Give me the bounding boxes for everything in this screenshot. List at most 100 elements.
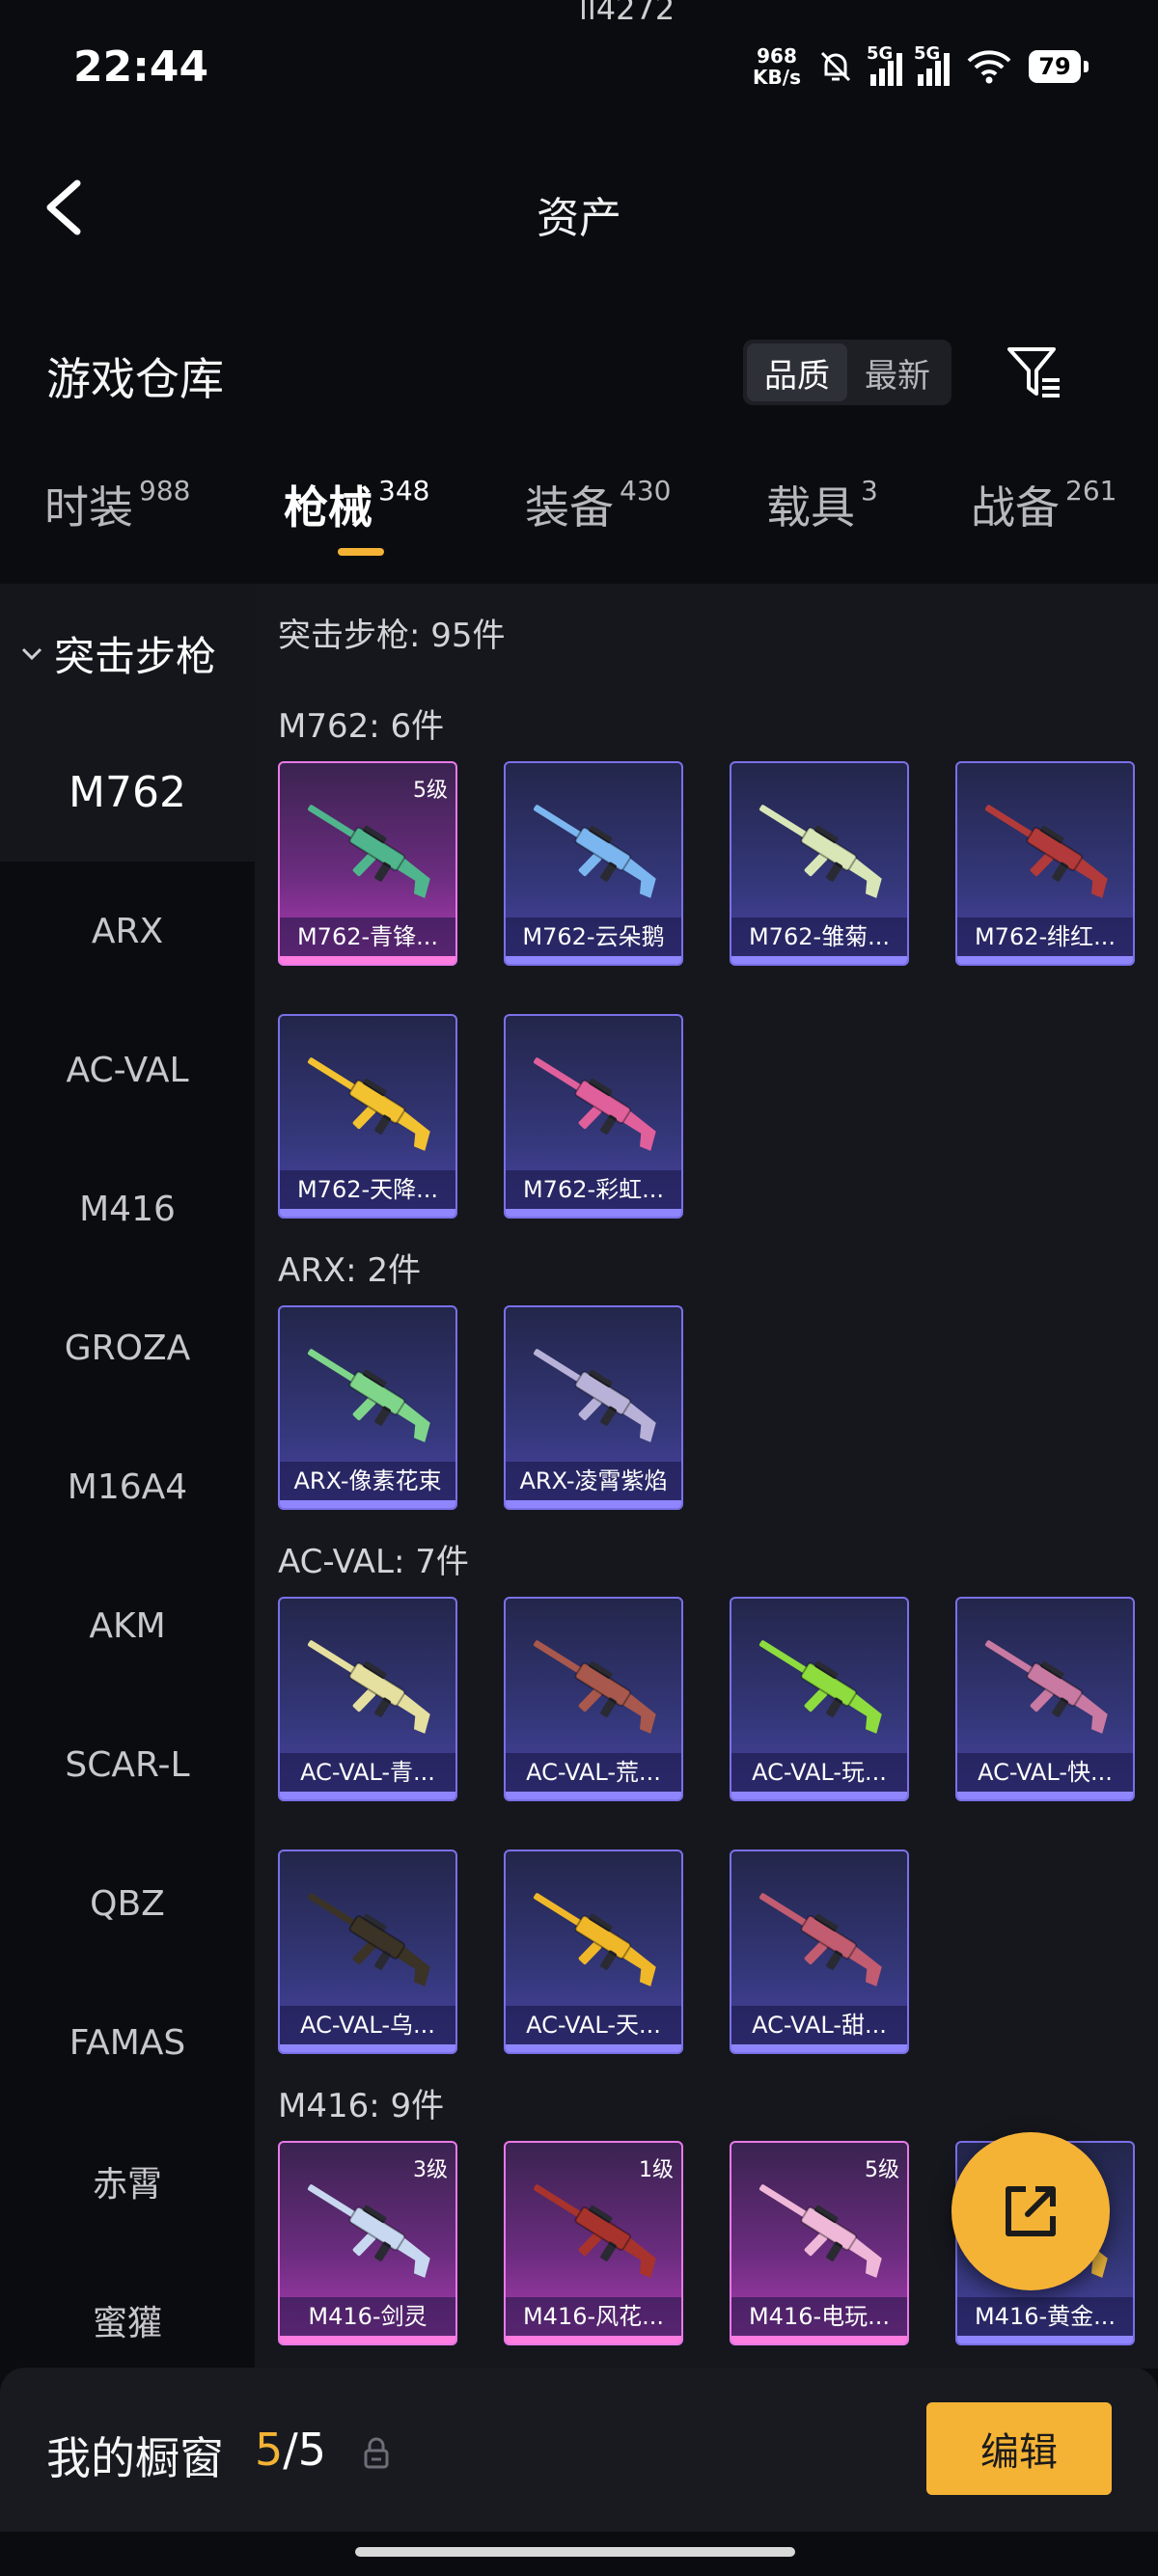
weapon-grid-panel: 突击步枪: 95件 M762: 6件 5级 M762-青锋... M762-云朵鹅 M7… [255, 584, 1158, 2369]
weapon-group-title: ARX: 2件 [278, 1251, 422, 1290]
weapon-skin-card[interactable]: 3级 M416-剑灵 [278, 2141, 457, 2345]
weapon-skin-card[interactable]: AC-VAL-天... [504, 1850, 683, 2054]
tab-count: 430 [620, 475, 672, 507]
wifi-icon [967, 50, 1011, 84]
skin-name: AC-VAL-青... [280, 1753, 455, 1792]
weapon-skin-card[interactable]: M762-绯红... [955, 761, 1135, 966]
weapon-skin-card[interactable]: AC-VAL-玩... [730, 1597, 909, 1801]
external-link-icon [1006, 2186, 1056, 2236]
tab-weapons[interactable]: 枪械 348 [284, 473, 429, 536]
weapon-skin-card[interactable]: AC-VAL-青... [278, 1597, 457, 1801]
battery-indicator: 79 [1029, 50, 1089, 83]
status-icons: 968 KB/s 5G 5G 79 [753, 42, 1089, 91]
weapon-skin-card[interactable]: ARX-像素花束 [278, 1305, 457, 1510]
rifle-icon [984, 805, 1108, 898]
rarity-bar [731, 956, 907, 964]
tab-label: 枪械 [284, 481, 372, 534]
signal-icon: 5G [867, 43, 902, 86]
rarity-bar [731, 2336, 907, 2343]
weapon-skin-card[interactable]: 5级 M762-青锋... [278, 761, 457, 966]
sidebar-item-m416[interactable]: M416 [0, 1139, 255, 1278]
weapon-skin-card[interactable]: M762-云朵鹅 [504, 761, 683, 966]
skin-name: M762-青锋... [280, 918, 455, 956]
skin-name: AC-VAL-甜... [731, 2006, 907, 2044]
sort-option-quality[interactable]: 品质 [747, 343, 847, 401]
weapon-skin-card[interactable]: AC-VAL-荒... [504, 1597, 683, 1801]
weapon-skin-card[interactable]: AC-VAL-快... [955, 1597, 1135, 1801]
tab-label: 时装 [44, 481, 133, 534]
rarity-bar [280, 956, 455, 964]
rifle-icon [758, 1893, 882, 1987]
rifle-icon [533, 1893, 656, 1987]
showcase-current: 5 [255, 2424, 284, 2476]
weapon-skin-card[interactable]: M762-天降... [278, 1014, 457, 1219]
signal-icon: 5G [914, 43, 950, 86]
tab-equipment[interactable]: 装备 430 [525, 473, 671, 536]
weapon-skin-card[interactable]: M762-彩虹... [504, 1014, 683, 1219]
rifle-icon [307, 2184, 430, 2278]
sidebar-category-label: 突击步枪 [54, 632, 217, 680]
sidebar-item-famas[interactable]: FAMAS [0, 1973, 255, 2112]
skin-name: AC-VAL-天... [506, 2006, 681, 2044]
sidebar-item-m762[interactable]: M762 [0, 723, 255, 862]
showcase-separator: / [283, 2424, 298, 2476]
weapon-skin-card[interactable]: AC-VAL-甜... [730, 1850, 909, 2054]
weapon-skin-card[interactable]: AC-VAL-乌... [278, 1850, 457, 2054]
showcase-label: 我的橱窗 [46, 2432, 224, 2484]
status-time: 22:44 [73, 42, 209, 92]
rifle-icon [533, 1057, 656, 1151]
rarity-bar [506, 1500, 681, 1508]
sidebar-item-qbz[interactable]: QBZ [0, 1834, 255, 1973]
tab-count: 988 [139, 475, 191, 507]
rifle-icon [307, 1057, 430, 1151]
rifle-icon [307, 1640, 430, 1734]
edit-button[interactable]: 编辑 [926, 2402, 1112, 2495]
sidebar-item-akm[interactable]: AKM [0, 1556, 255, 1695]
rifle-icon [533, 1349, 656, 1442]
tab-vehicles[interactable]: 载具 3 [766, 473, 878, 536]
rarity-bar [280, 1209, 455, 1217]
rarity-bar [280, 1500, 455, 1508]
weapon-skin-card[interactable]: M762-雏菊... [730, 761, 909, 966]
rifle-icon [533, 805, 656, 898]
rifle-icon [758, 805, 882, 898]
lock-icon [364, 2437, 389, 2469]
sidebar-category-header[interactable]: 突击步枪 [0, 584, 255, 723]
skin-name: ARX-凌霄紫焰 [506, 1462, 681, 1500]
tab-fashion[interactable]: 时装 988 [44, 473, 190, 536]
rarity-bar [731, 1792, 907, 1799]
share-button[interactable] [951, 2132, 1110, 2290]
filter-icon[interactable] [1004, 342, 1065, 403]
weapon-group-title: AC-VAL: 7件 [278, 1543, 469, 1581]
sort-option-newest[interactable]: 最新 [847, 343, 948, 401]
status-bar: 22:44 ll4272 968 KB/s 5G 5G 79 [0, 0, 1158, 116]
rarity-bar [957, 2336, 1133, 2343]
weapon-skin-card[interactable]: ARX-凌霄紫焰 [504, 1305, 683, 1510]
rifle-icon [307, 805, 430, 898]
rarity-bar [280, 2336, 455, 2343]
sidebar-item-arx[interactable]: ARX [0, 862, 255, 1000]
sidebar-item--[interactable]: 赤霄 [0, 2112, 255, 2251]
chevron-down-icon [21, 647, 42, 661]
tab-count: 261 [1065, 475, 1117, 507]
weapon-skin-card[interactable]: 1级 M416-风花... [504, 2141, 683, 2345]
sidebar-item-groza[interactable]: GROZA [0, 1278, 255, 1417]
tab-label: 载具 [766, 481, 855, 534]
tab-supplies[interactable]: 战备 261 [971, 473, 1117, 536]
weapon-skin-card[interactable]: 5级 M416-电玩... [730, 2141, 909, 2345]
skin-name: M416-风花... [506, 2297, 681, 2336]
skin-name: M762-云朵鹅 [506, 918, 681, 956]
rarity-bar [731, 2044, 907, 2052]
skin-name: AC-VAL-快... [957, 1753, 1133, 1792]
weapon-sidebar: 突击步枪 M762 ARX AC-VAL M416 GROZA M16A4 AKM SCAR-… [0, 584, 255, 2369]
sidebar-item-ac-val[interactable]: AC-VAL [0, 1000, 255, 1139]
active-tab-indicator [338, 548, 384, 556]
rarity-bar [280, 1792, 455, 1799]
skin-name: AC-VAL-玩... [731, 1753, 907, 1792]
net-speed-value: 968 [757, 44, 797, 68]
sidebar-item-m16a4[interactable]: M16A4 [0, 1417, 255, 1556]
rifle-icon [307, 1349, 430, 1442]
sim2-label: 5G [914, 43, 941, 64]
sidebar-item-scar-l[interactable]: SCAR-L [0, 1695, 255, 1834]
rarity-bar [506, 2044, 681, 2052]
